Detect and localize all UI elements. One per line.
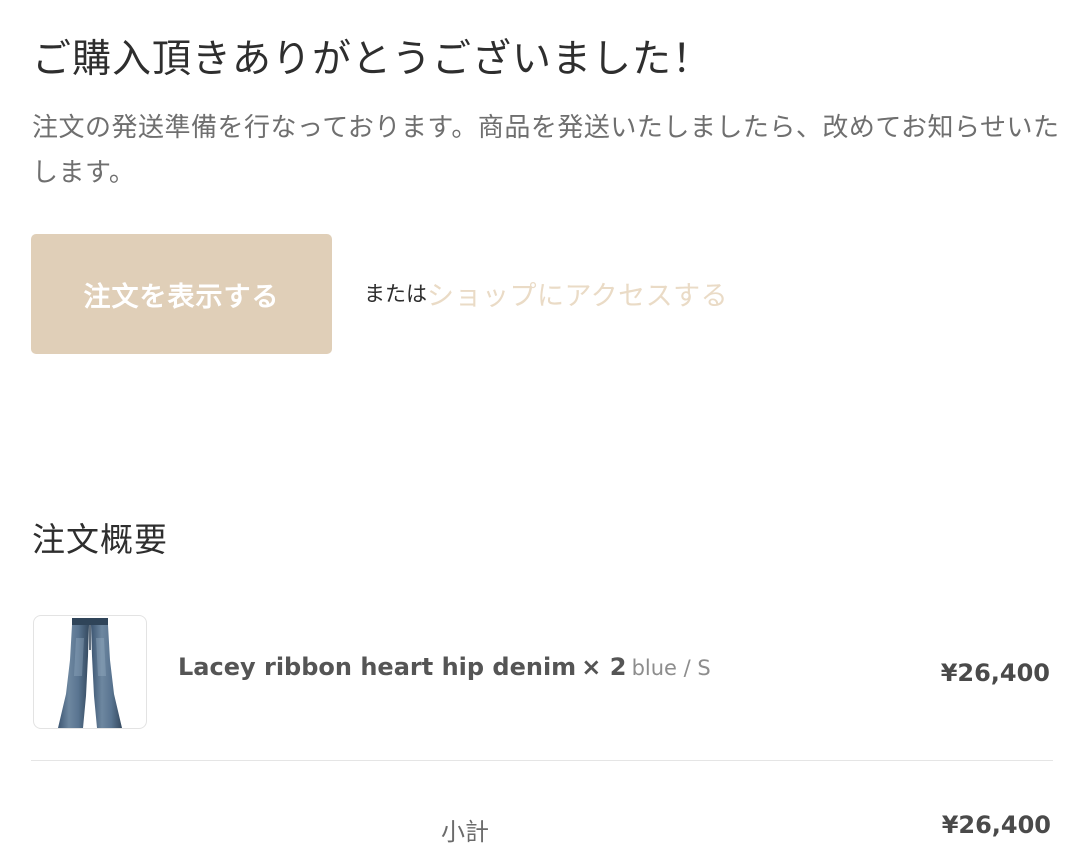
or-text: または	[364, 282, 427, 306]
order-summary-heading: 注文概要	[32, 520, 168, 559]
denim-jeans-icon	[58, 618, 122, 728]
item-quantity: × 2	[581, 653, 627, 681]
view-order-button[interactable]: 注文を表示する	[31, 234, 332, 354]
order-confirmation-page: ご購入頂きありがとうございました！ 注文の発送準備を行なっております。商品を発送…	[0, 0, 1080, 855]
confirmation-message: 注文の発送準備を行なっております。商品を発送いたしましたら、改めてお知らせいたし…	[32, 113, 1060, 188]
item-variant: blue / S	[631, 656, 711, 680]
item-description: Lacey ribbon heart hip denim × 2 blue / …	[178, 653, 711, 681]
alternate-action: または ショップにアクセスする	[364, 272, 728, 314]
order-line-item: Lacey ribbon heart hip denim × 2 blue / …	[33, 615, 1053, 729]
subtotal-value: ¥26,400	[941, 811, 1051, 839]
item-price: ¥26,400	[940, 659, 1050, 687]
item-name: Lacey ribbon heart hip denim	[178, 653, 577, 681]
subtotal-label: 小計	[441, 818, 489, 846]
page-title: ご購入頂きありがとうございました！	[32, 37, 713, 82]
product-thumbnail	[33, 615, 147, 729]
divider	[31, 760, 1053, 761]
shop-link[interactable]: ショップにアクセスする	[427, 274, 728, 313]
